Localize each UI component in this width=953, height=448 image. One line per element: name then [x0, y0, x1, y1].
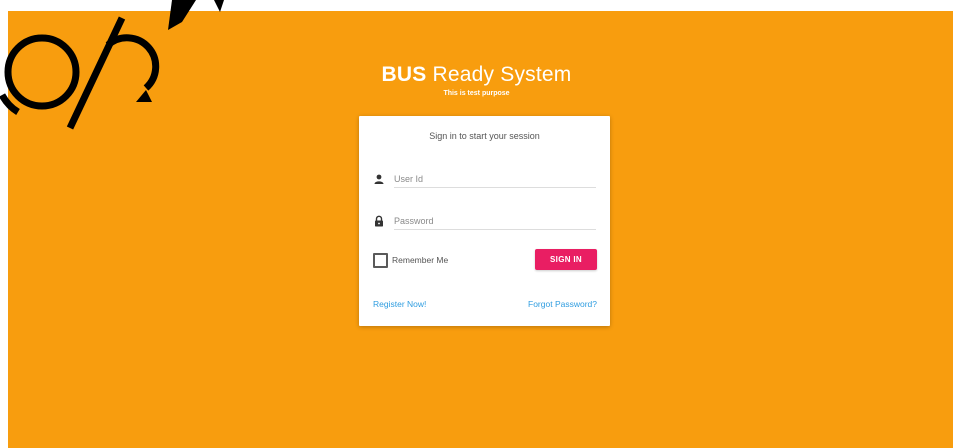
app-subtitle: This is test purpose [443, 90, 510, 97]
app-title-bold: BUS [381, 63, 427, 86]
brand-header: BUS Ready System This is test purpose [0, 62, 953, 98]
app-title-rest: Ready System [426, 63, 572, 86]
app-title: BUS Ready System [0, 62, 953, 88]
username-input[interactable] [394, 170, 596, 188]
register-link[interactable]: Register Now! [373, 299, 426, 309]
person-icon [374, 174, 384, 184]
lock-icon [375, 215, 383, 227]
password-input[interactable] [394, 212, 596, 230]
login-page: BUS Ready System This is test purpose Si… [0, 0, 953, 448]
login-message: Sign in to start your session [429, 131, 540, 141]
forgot-password-link[interactable]: Forgot Password? [528, 299, 597, 309]
username-field [373, 170, 596, 190]
remember-checkbox[interactable] [373, 252, 388, 268]
password-field [373, 212, 596, 232]
remember-me[interactable]: Remember Me [373, 252, 448, 268]
login-card: Sign in to start your session Remember M… [359, 116, 610, 326]
remember-label: Remember Me [392, 255, 449, 265]
sign-in-button[interactable]: SIGN IN [535, 249, 597, 270]
